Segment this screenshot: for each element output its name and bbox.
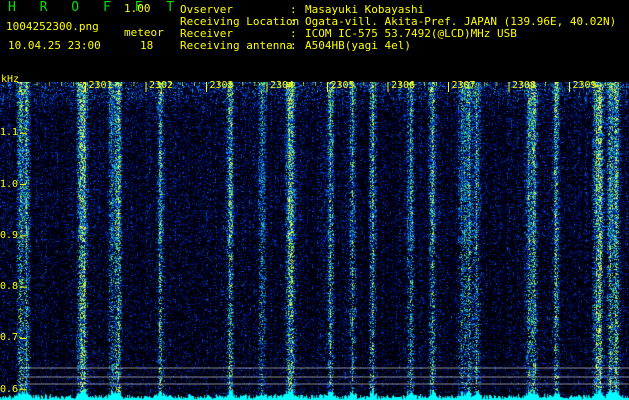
y-tick-label: 0.8 [0,281,19,293]
spectrogram-overlay [20,82,629,391]
x-tick-label: 2309 [572,80,597,91]
x-tick-label: 2304 [270,80,295,91]
y-tick-label: 1.0 [0,178,19,190]
x-tick-label: 2305 [330,80,355,91]
x-tick-label: 2306 [391,80,416,91]
x-tick-label: 2307 [451,80,476,91]
y-tick-label: 0.9 [0,229,19,241]
x-tick-label: 2303 [209,80,234,91]
x-tick-label: 2308 [512,80,537,91]
y-tick-label: 1.1 [0,127,19,139]
y-tick-label: 0.7 [0,332,19,344]
y-axis-unit: kHz [1,74,20,85]
x-tick-label: 2302 [149,80,174,91]
x-tick-label: 2301 [88,80,113,91]
y-tick-label: 0.6 [0,383,19,395]
